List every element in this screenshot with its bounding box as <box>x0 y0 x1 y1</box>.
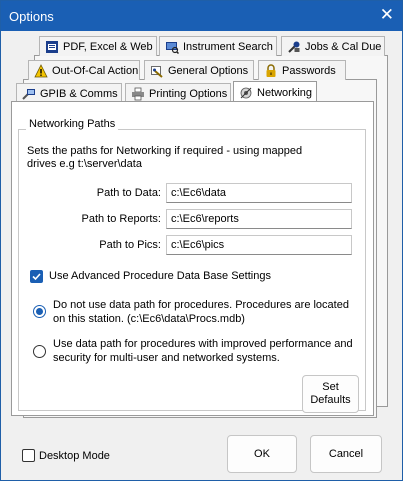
radio-local-procedures[interactable] <box>33 305 46 318</box>
path-to-reports-label: Path to Reports: <box>81 213 162 225</box>
printer-icon <box>131 87 145 101</box>
networking-panel: Networking Paths Sets the paths for Netw… <box>11 101 374 416</box>
advanced-procedure-checkbox[interactable] <box>30 270 43 283</box>
pdf-icon <box>45 40 59 54</box>
tab-label: Out-Of-Cal Action <box>52 64 139 77</box>
path-to-data-input[interactable] <box>166 183 352 203</box>
radio-data-path-procedures[interactable] <box>33 345 46 358</box>
warning-icon <box>34 63 48 78</box>
tab-printing-options[interactable]: Printing Options <box>125 83 231 103</box>
tab-label: Jobs & Cal Due <box>305 40 382 53</box>
checkmark-icon <box>32 273 41 281</box>
instrument-search-icon <box>165 40 179 54</box>
tab-instrument-search[interactable]: Instrument Search <box>159 36 277 56</box>
tab-networking[interactable]: Networking <box>233 81 317 103</box>
title-bar[interactable]: Options ✕ <box>1 1 402 31</box>
tab-label: Printing Options <box>149 87 228 100</box>
tab-pdf-excel-web[interactable]: PDF, Excel & Web <box>39 36 157 56</box>
path-to-reports-input[interactable] <box>166 209 352 229</box>
tab-passwords[interactable]: Passwords <box>258 60 346 80</box>
networking-paths-label: Networking Paths <box>26 118 119 130</box>
path-to-pics-label: Path to Pics: <box>99 239 161 251</box>
tab-label: PDF, Excel & Web <box>63 40 153 53</box>
tab-label: Networking <box>257 86 313 99</box>
tab-general-options[interactable]: General Options <box>144 60 254 80</box>
window-title: Options <box>9 9 54 24</box>
desktop-mode-label: Desktop Mode <box>39 450 110 462</box>
set-defaults-button[interactable]: Set Defaults <box>302 375 359 413</box>
tab-label: GPIB & Comms <box>40 87 118 100</box>
desktop-mode-checkbox[interactable] <box>22 449 35 462</box>
tab-out-of-cal-action[interactable]: Out-Of-Cal Action <box>28 60 140 80</box>
advanced-procedure-label: Use Advanced Procedure Data Base Setting… <box>49 270 271 282</box>
lock-icon <box>264 63 278 78</box>
networking-description: Sets the paths for Networking if require… <box>27 145 303 170</box>
path-to-data-label: Path to Data: <box>96 187 161 199</box>
ok-button[interactable]: OK <box>227 435 297 473</box>
tools-icon <box>287 40 301 54</box>
tab-label: Passwords <box>282 64 336 77</box>
cancel-button[interactable]: Cancel <box>310 435 382 473</box>
options-window: Options ✕ PDF, Excel & Web Instrument Se… <box>0 0 403 481</box>
tab-label: General Options <box>168 64 249 77</box>
radio-data-path-procedures-label: Use data path for procedures with improv… <box>53 338 353 364</box>
general-options-icon <box>150 64 164 78</box>
tab-gpib-comms[interactable]: GPIB & Comms <box>16 83 122 103</box>
close-icon[interactable]: ✕ <box>380 5 394 25</box>
network-icon <box>239 86 253 100</box>
tab-label: Instrument Search <box>183 40 273 53</box>
gpib-icon <box>22 87 36 101</box>
path-to-pics-input[interactable] <box>166 235 352 255</box>
tab-jobs-cal-due[interactable]: Jobs & Cal Due <box>281 36 385 56</box>
radio-local-procedures-label: Do not use data path for procedures. Pro… <box>53 299 349 325</box>
